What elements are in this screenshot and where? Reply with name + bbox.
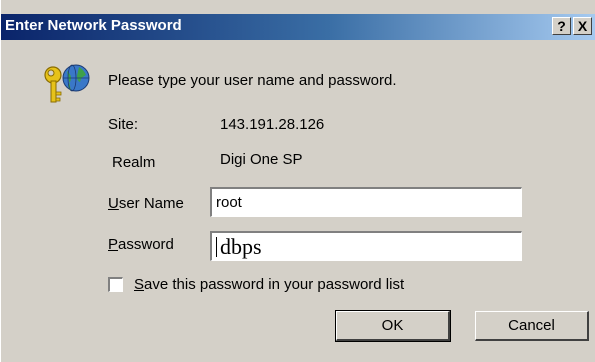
cancel-button[interactable]: Cancel [475,311,589,341]
help-icon: ? [557,18,566,34]
close-button[interactable]: X [573,17,592,35]
key-globe-icon [44,64,90,103]
realm-label: Realm [112,154,156,171]
password-label: Password [108,236,174,253]
user-name-mnemonic: U [108,195,119,212]
user-name-label-rest: ser Name [118,195,184,212]
site-label: Site: [108,116,139,133]
prompt-text: Please type your user name and password. [108,72,397,89]
password-input[interactable]: dbps [210,231,522,261]
password-label-rest: assword [118,236,174,253]
password-value: dbps [220,234,262,259]
window-title: Enter Network Password [5,17,182,34]
ok-button[interactable]: OK [335,310,451,342]
text-caret [216,237,217,257]
save-password-label[interactable]: Save this password in your password list [134,276,404,293]
password-dialog: Enter Network Password ? X Please type y… [0,0,595,362]
save-password-checkbox[interactable] [108,277,123,292]
save-password-label-rest: ave this password in your password list [144,276,405,293]
user-name-value: root [216,194,242,211]
password-mnemonic: P [108,236,119,253]
close-icon: X [577,18,588,34]
save-password-mnemonic: S [134,276,145,293]
site-value: 143.191.28.126 [220,116,325,133]
help-button[interactable]: ? [552,17,571,35]
title-bar[interactable]: Enter Network Password ? X [1,14,595,40]
user-name-label: User Name [108,195,184,212]
realm-value: Digi One SP [220,151,303,168]
user-name-input[interactable]: root [210,187,522,217]
